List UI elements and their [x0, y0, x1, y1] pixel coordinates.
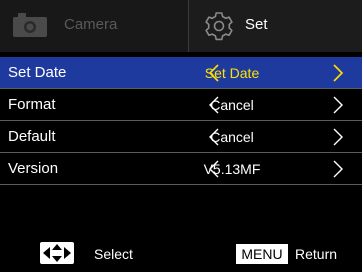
menu-button-badge[interactable]: MENU — [236, 244, 288, 264]
dpad-icon — [40, 242, 74, 264]
menu-item-label: Format — [8, 96, 56, 113]
menu-item-format[interactable]: Format Cancel — [0, 89, 362, 121]
tab-bar: Camera Set — [0, 0, 362, 52]
menu-item-value: Cancel — [210, 129, 254, 145]
tab-set-label: Set — [245, 16, 268, 33]
menu-item-label: Version — [8, 160, 59, 177]
menu-item-set-date[interactable]: Set Date Set Date — [0, 57, 362, 89]
select-hint-label: Select — [94, 246, 133, 262]
camera-icon — [12, 12, 48, 38]
gear-icon — [203, 10, 235, 42]
chevron-right-icon[interactable] — [332, 95, 344, 115]
menu-item-label: Default — [8, 128, 56, 145]
footer-hints: Select MENU Return — [0, 236, 362, 272]
return-hint-label: Return — [295, 246, 338, 262]
tab-set[interactable]: Set — [188, 0, 362, 52]
chevron-right-icon[interactable] — [332, 63, 344, 83]
menu-item-default[interactable]: Default Cancel — [0, 121, 362, 153]
tab-camera-label: Camera — [64, 16, 118, 33]
menu-item-value: Cancel — [210, 97, 254, 113]
menu-item-value: Set Date — [204, 65, 260, 81]
chevron-right-icon[interactable] — [332, 159, 344, 179]
menu-item-value: V5.13MF — [203, 161, 261, 177]
settings-menu: Set Date Set Date Format Cancel Default … — [0, 57, 362, 185]
tab-camera[interactable]: Camera — [0, 0, 188, 52]
menu-item-version[interactable]: Version V5.13MF — [0, 153, 362, 185]
menu-item-label: Set Date — [8, 64, 67, 81]
chevron-right-icon[interactable] — [332, 127, 344, 147]
